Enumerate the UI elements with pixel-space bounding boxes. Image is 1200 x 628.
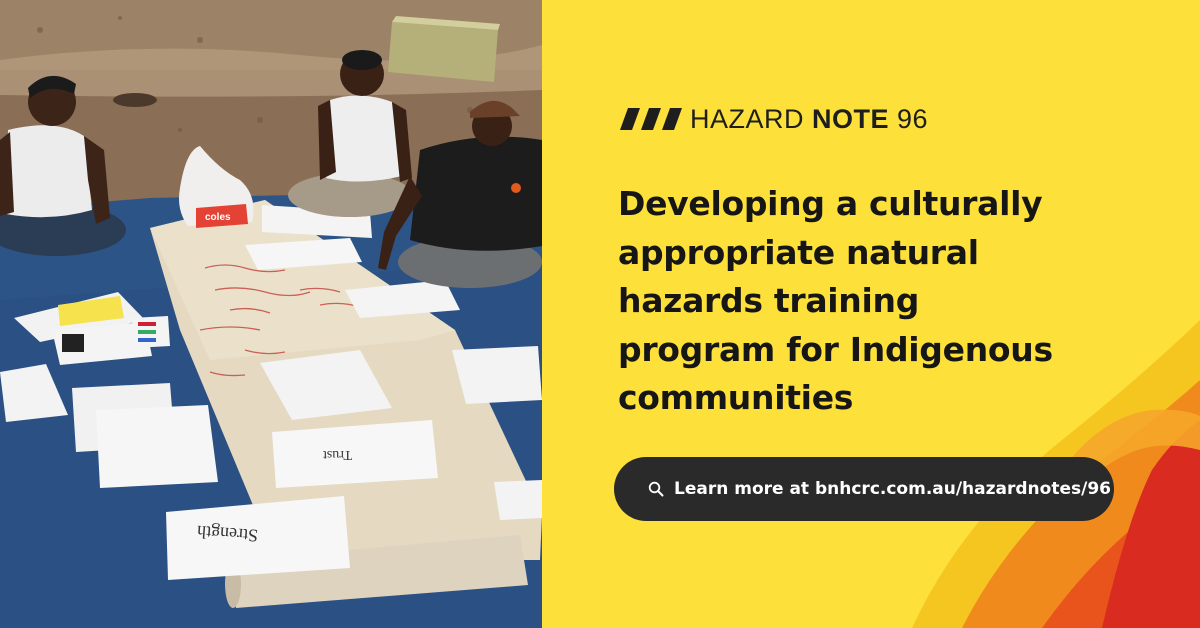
brand-note-number: 96 <box>897 104 929 134</box>
learn-more-label: Learn more at bnhcrc.com.au/hazardnotes/… <box>674 479 1111 499</box>
workshop-photo: Trust Strength coles <box>0 0 542 628</box>
search-icon <box>648 481 664 497</box>
brand-word-hazard: HAZARD <box>690 104 805 134</box>
bag-label: coles <box>205 212 231 223</box>
workshop-photo-illustration: Trust Strength coles <box>0 0 542 628</box>
page-title: Developing a culturally appropriate natu… <box>618 180 1098 423</box>
headline-line: communities <box>618 378 854 417</box>
info-panel: HAZARD NOTE 96 Developing a culturally a… <box>542 0 1200 628</box>
strength-sheet-label: Strength <box>196 522 258 546</box>
triple-slash-icon <box>620 108 682 130</box>
brand-word-note: NOTE <box>812 104 890 134</box>
learn-more-button[interactable]: Learn more at bnhcrc.com.au/hazardnotes/… <box>614 457 1114 521</box>
headline-line: Developing a culturally <box>618 184 1043 223</box>
headline-line: appropriate natural <box>618 232 979 272</box>
trust-sheet-label: Trust <box>323 447 352 462</box>
headline-line: program for Indigenous <box>618 329 1053 369</box>
hazard-note-brand: HAZARD NOTE 96 <box>620 104 928 134</box>
headline-line: hazards training <box>618 281 920 320</box>
